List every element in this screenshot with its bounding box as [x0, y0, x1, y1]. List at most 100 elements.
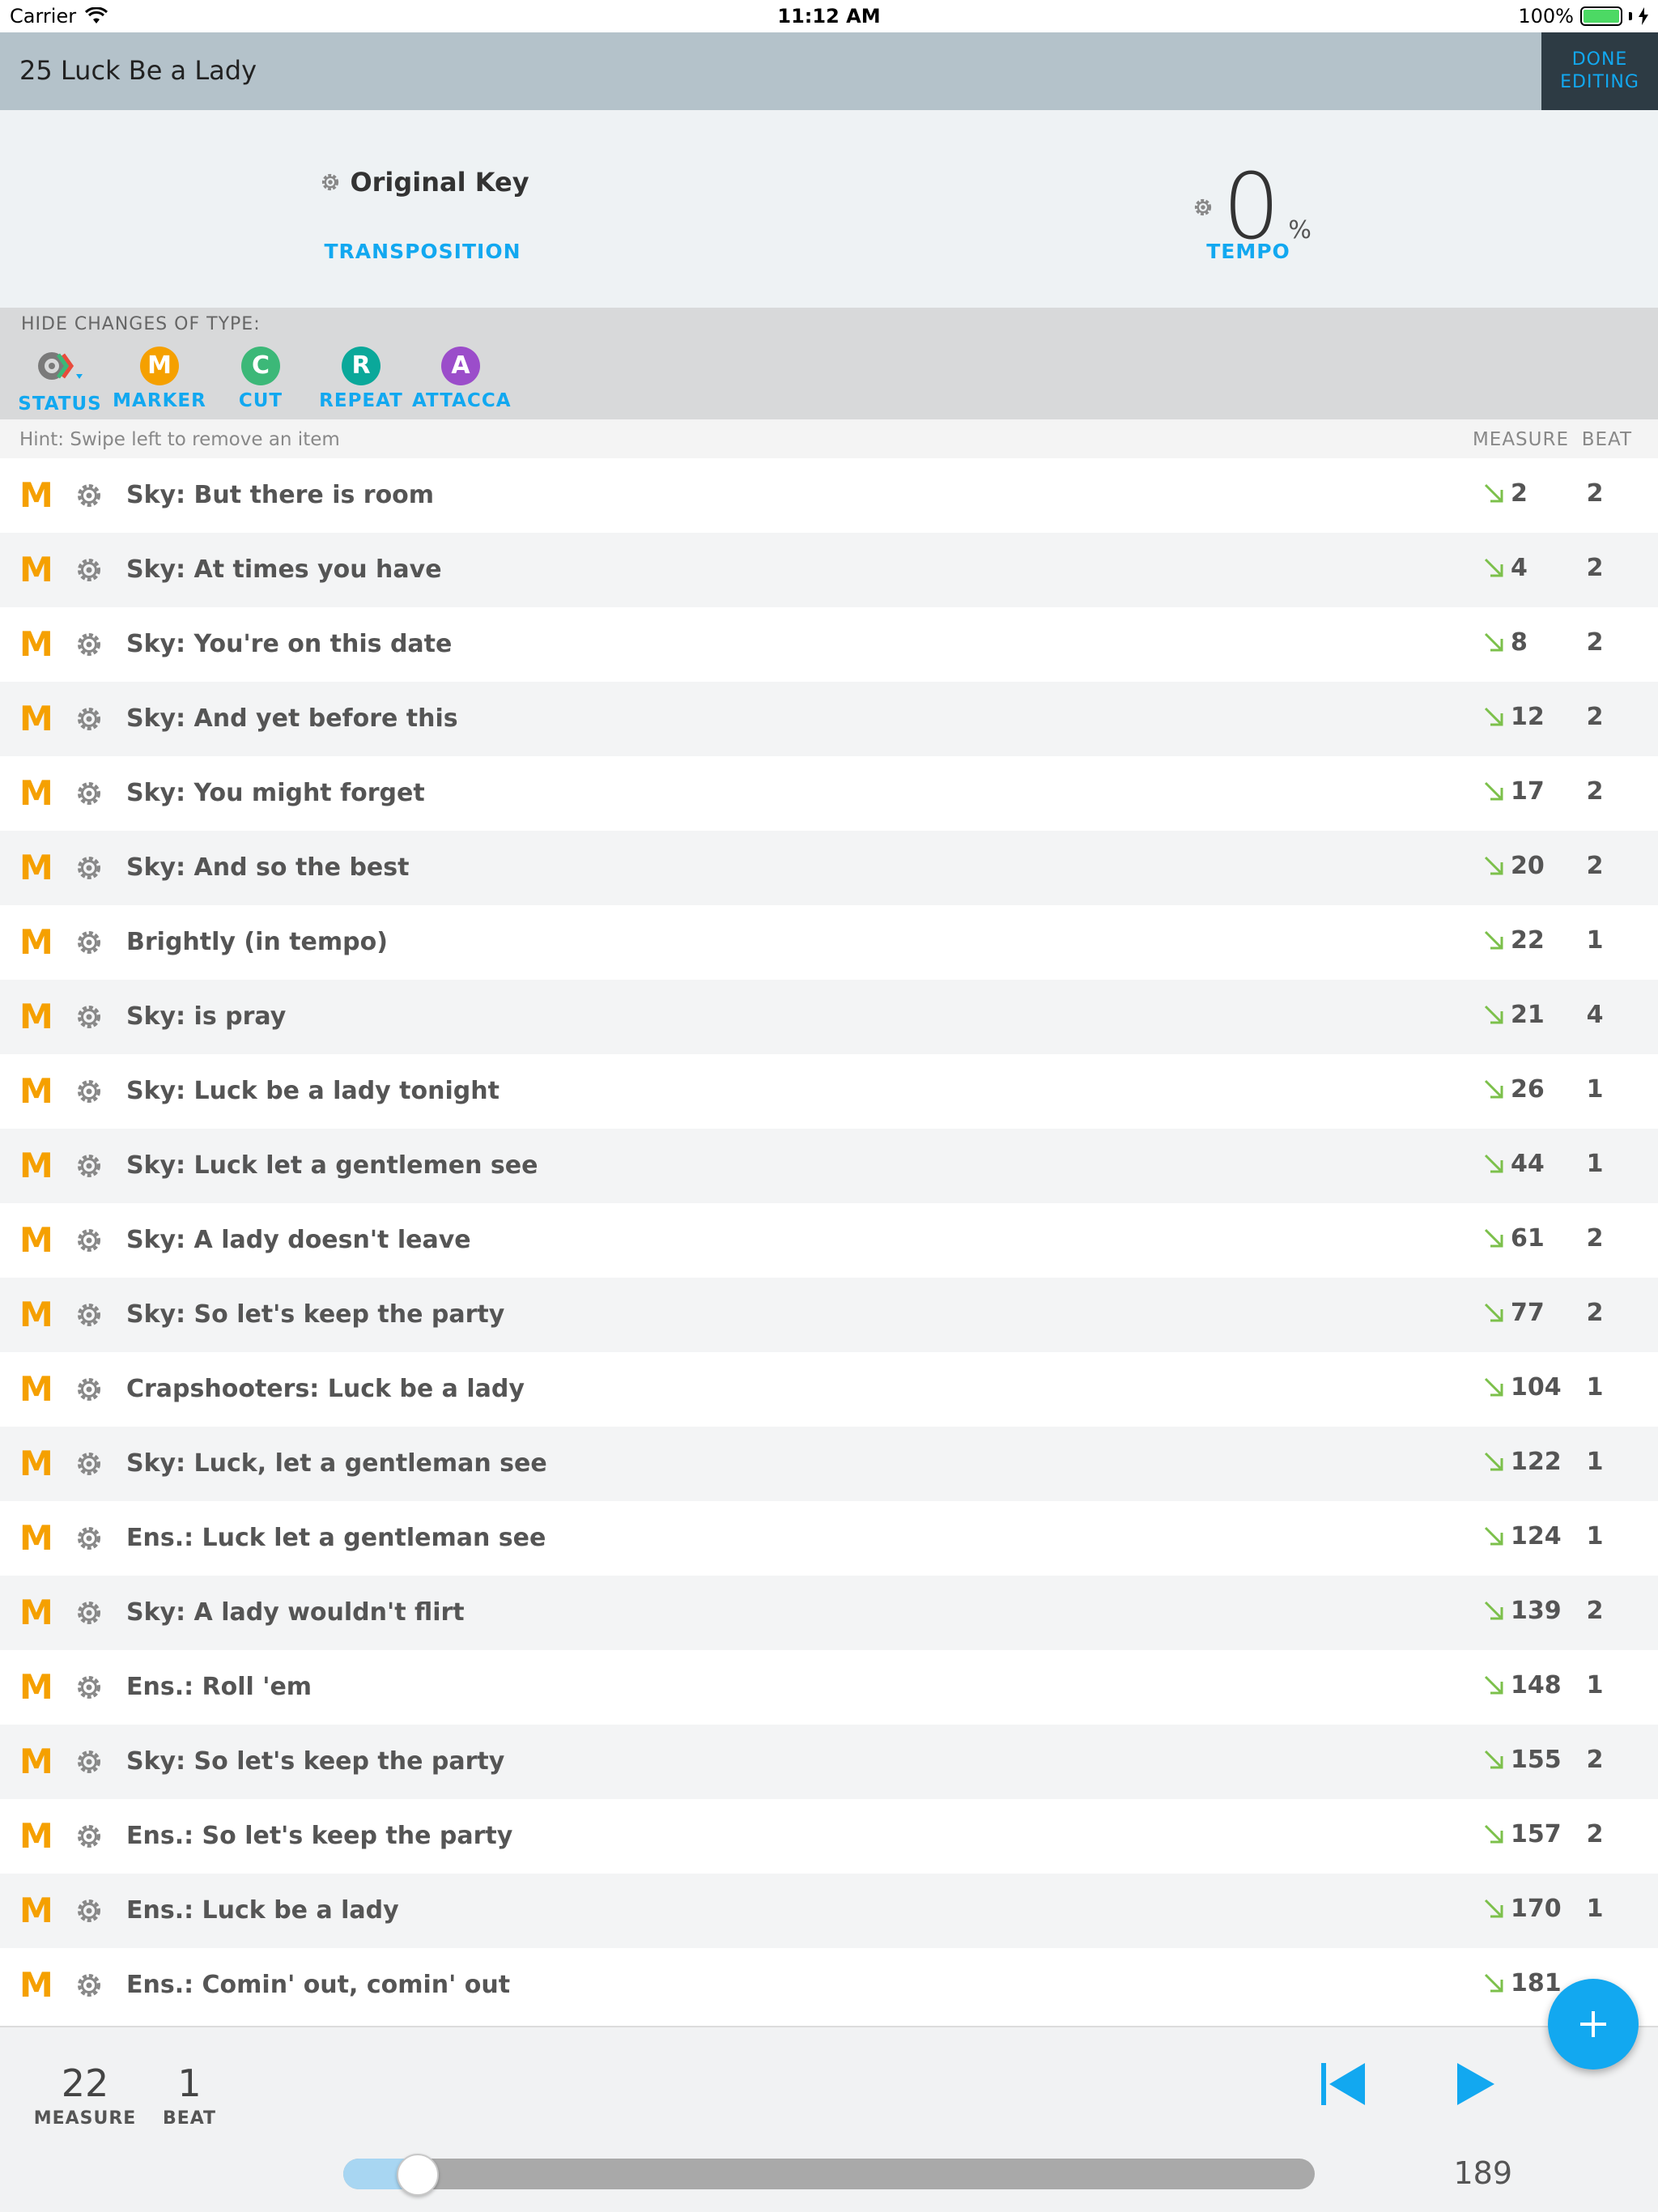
list-item[interactable]: M Crapshooters: Luck be a lady 104 1 — [0, 1352, 1658, 1427]
done-editing-button[interactable]: DONE EDITING — [1541, 32, 1658, 110]
gear-icon[interactable] — [74, 1896, 104, 1925]
song-title: 25 Luck Be a Lady — [19, 55, 257, 86]
transposition-value: Original Key — [350, 167, 529, 198]
gear-icon[interactable] — [74, 1375, 104, 1404]
play-button[interactable] — [1454, 2058, 1499, 2113]
add-change-button[interactable] — [1548, 1979, 1639, 2069]
change-name: Sky: You might forget — [126, 779, 425, 807]
list-item[interactable]: M Sky: So let's keep the party 155 2 — [0, 1725, 1658, 1799]
change-name: Sky: Luck, let a gentleman see — [126, 1449, 547, 1478]
transposition-control[interactable]: Original Key TRANSPOSITION — [0, 110, 829, 308]
filter-status[interactable]: STATUS — [11, 347, 108, 415]
status-icon — [38, 352, 83, 380]
list-item[interactable]: M Ens.: Luck be a lady 170 1 — [0, 1874, 1658, 1948]
gear-icon[interactable] — [74, 1822, 104, 1851]
list-item[interactable]: M Sky: And yet before this 12 2 — [0, 682, 1658, 756]
change-beat: 1 — [1586, 1373, 1604, 1402]
playback-footer: 22 MEASURE 1 BEAT 189 — [0, 2026, 1658, 2212]
transposition-label: TRANSPOSITION — [324, 240, 521, 263]
gear-icon[interactable] — [74, 1077, 104, 1106]
list-item[interactable]: M Sky: You might forget 17 2 — [0, 756, 1658, 831]
arrow-down-right-icon — [1483, 1600, 1506, 1623]
change-measure: 22 — [1511, 926, 1545, 955]
list-item[interactable]: M Sky: is pray 21 4 — [0, 980, 1658, 1054]
marker-type-icon: M — [19, 1146, 53, 1185]
list-item[interactable]: M Sky: Luck be a lady tonight 26 1 — [0, 1054, 1658, 1129]
arrow-down-right-icon — [1483, 1004, 1506, 1027]
gear-icon[interactable] — [74, 1449, 104, 1478]
gear-icon[interactable] — [74, 1226, 104, 1255]
battery-percent: 100% — [1518, 5, 1574, 28]
gear-icon[interactable] — [74, 481, 104, 510]
battery-area: 100% — [1518, 5, 1648, 28]
gear-icon[interactable] — [74, 1598, 104, 1627]
list-item[interactable]: M Sky: You're on this date 8 2 — [0, 607, 1658, 682]
gear-icon — [322, 173, 339, 191]
position-slider-thumb[interactable] — [397, 2154, 440, 2196]
change-beat: 2 — [1586, 1746, 1604, 1774]
arrow-down-right-icon — [1483, 1302, 1506, 1325]
marker-type-icon: M — [19, 997, 53, 1036]
filter-attacca[interactable]: A ATTACCA — [412, 347, 511, 411]
marker-icon: M — [140, 347, 179, 385]
arrow-down-right-icon — [1483, 855, 1506, 878]
filter-marker[interactable]: M MARKER — [111, 347, 208, 411]
gear-icon[interactable] — [74, 1747, 104, 1776]
gear-icon[interactable] — [74, 555, 104, 585]
list-item[interactable]: M Ens.: Roll 'em 148 1 — [0, 1650, 1658, 1725]
gear-icon[interactable] — [74, 1673, 104, 1702]
skip-back-button[interactable] — [1318, 2058, 1370, 2113]
list-item[interactable]: M Sky: Luck, let a gentleman see 122 1 — [0, 1427, 1658, 1501]
list-item[interactable]: M Sky: And so the best 20 2 — [0, 831, 1658, 905]
gear-icon[interactable] — [74, 1971, 104, 2000]
change-beat: 1 — [1586, 1075, 1604, 1104]
change-name: Sky: Luck be a lady tonight — [126, 1077, 500, 1105]
list-item[interactable]: M Sky: At times you have 4 2 — [0, 533, 1658, 607]
marker-type-icon: M — [19, 848, 53, 887]
gear-icon[interactable] — [74, 630, 104, 659]
current-measure-value: 22 — [61, 2061, 109, 2105]
change-name: Sky: At times you have — [126, 555, 442, 584]
list-item[interactable]: M Sky: A lady wouldn't flirt 139 2 — [0, 1576, 1658, 1650]
list-item[interactable]: M Sky: A lady doesn't leave 61 2 — [0, 1203, 1658, 1278]
marker-type-icon: M — [19, 1667, 53, 1707]
skip-back-icon — [1321, 2063, 1365, 2105]
change-measure: 139 — [1511, 1597, 1562, 1625]
marker-type-icon: M — [19, 1220, 53, 1260]
change-measure: 170 — [1511, 1895, 1562, 1923]
gear-icon[interactable] — [74, 1002, 104, 1032]
list-item[interactable]: M Sky: So let's keep the party 77 2 — [0, 1278, 1658, 1352]
list-item[interactable]: M Sky: Luck let a gentlemen see 44 1 — [0, 1129, 1658, 1203]
change-measure: 8 — [1511, 628, 1528, 657]
tempo-control[interactable]: 0 % TEMPO — [829, 110, 1658, 308]
gear-icon[interactable] — [74, 704, 104, 734]
filter-repeat[interactable]: R REPEAT — [312, 347, 410, 411]
filter-cut-label: CUT — [238, 390, 283, 411]
change-name: Sky: Luck let a gentlemen see — [126, 1151, 538, 1180]
marker-type-icon: M — [19, 699, 53, 738]
change-beat: 2 — [1586, 1224, 1604, 1253]
list-item[interactable]: M Ens.: Luck let a gentleman see 124 1 — [0, 1501, 1658, 1576]
gear-icon[interactable] — [74, 1300, 104, 1329]
filter-bar: HIDE CHANGES OF TYPE: STATUS M MARKER C … — [0, 308, 1658, 419]
gear-icon[interactable] — [74, 1524, 104, 1553]
list-item[interactable]: M Sky: But there is room 2 2 — [0, 458, 1658, 533]
list-item[interactable]: M Ens.: So let's keep the party 157 2 — [0, 1799, 1658, 1874]
change-measure: 77 — [1511, 1299, 1545, 1327]
filter-cut[interactable]: C CUT — [212, 347, 309, 411]
position-slider-track[interactable] — [343, 2159, 1315, 2189]
marker-type-icon: M — [19, 475, 53, 515]
gear-icon[interactable] — [74, 779, 104, 808]
gear-icon[interactable] — [74, 928, 104, 957]
gear-icon[interactable] — [74, 1151, 104, 1180]
change-name: Ens.: Luck let a gentleman see — [126, 1524, 546, 1552]
list-item[interactable]: M Ens.: Comin' out, comin' out 181 — [0, 1948, 1658, 2023]
list-item[interactable]: M Brightly (in tempo) 22 1 — [0, 905, 1658, 980]
gear-icon — [1194, 198, 1212, 216]
change-measure: 20 — [1511, 852, 1545, 880]
settings-panel: Original Key TRANSPOSITION 0 % TEMPO — [0, 110, 1658, 308]
current-measure-label: MEASURE — [33, 2108, 137, 2129]
arrow-down-right-icon — [1483, 1153, 1506, 1176]
gear-icon[interactable] — [74, 853, 104, 883]
arrow-down-right-icon — [1483, 1898, 1506, 1921]
